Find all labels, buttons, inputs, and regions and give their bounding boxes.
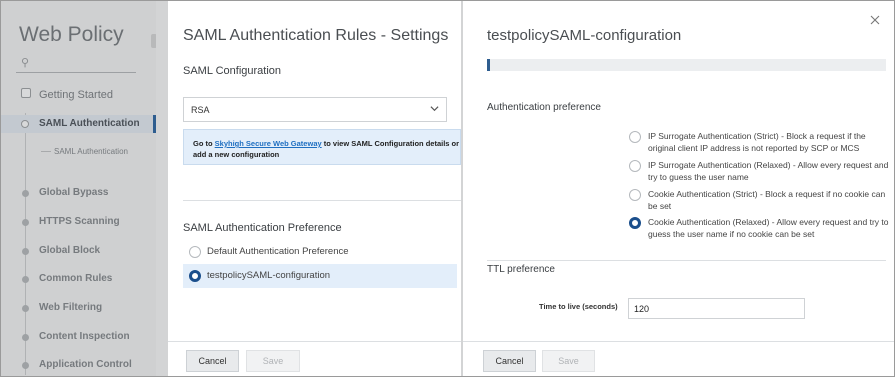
option-testpolicy-configuration[interactable]: testpolicySAML-configuration (183, 264, 457, 288)
checkbox-icon (21, 88, 31, 98)
nav-item-label: Global Bypass (39, 187, 109, 198)
option-label: Default Authentication Preference (207, 246, 349, 257)
left-navigation: Web Policy ⚲ Getting Started SAML Authen… (1, 1, 157, 376)
option-label: IP Surrogate Authentication (Strict) - B… (648, 131, 866, 153)
select-value: RSA (191, 105, 210, 115)
option-label: IP Surrogate Authentication (Relaxed) - … (648, 160, 889, 182)
panel-footer: Cancel Save (463, 341, 894, 376)
settings-panel: SAML Authentication Rules - Settings SAM… (168, 1, 461, 376)
nav-item-label: Application Control (39, 359, 132, 370)
nav-item-https-scanning[interactable]: HTTPS Scanning (1, 213, 156, 231)
close-icon[interactable] (870, 15, 880, 25)
sub-item-connector (41, 151, 51, 152)
info-text-prefix: Go to (193, 139, 215, 148)
nav-item-label: SAML Authentication (39, 118, 140, 129)
authentication-preference-heading: Authentication preference (487, 102, 601, 113)
option-default-preference[interactable]: Default Authentication Preference (183, 240, 457, 264)
panel-title: SAML Authentication Rules - Settings (183, 27, 449, 44)
configuration-title: testpolicySAML-configuration (487, 27, 682, 44)
cancel-button[interactable]: Cancel (186, 350, 239, 372)
section-divider (487, 260, 886, 261)
nav-item-common-rules[interactable]: Common Rules (1, 270, 156, 288)
nav-item-application-control[interactable]: Application Control (1, 356, 156, 374)
nav-search-input[interactable]: ⚲ (16, 55, 136, 73)
app-window: Web Policy ⚲ Getting Started SAML Authen… (0, 0, 895, 377)
cancel-button[interactable]: Cancel (483, 350, 536, 372)
configuration-panel: testpolicySAML-configuration Authenticat… (463, 1, 894, 376)
nav-item-label: Global Block (39, 245, 101, 256)
search-icon: ⚲ (21, 57, 30, 69)
nav-item-label: Content Inspection (39, 331, 130, 342)
chevron-down-icon (430, 106, 439, 112)
step-dot-icon (22, 334, 29, 341)
radio-button[interactable] (629, 189, 641, 201)
option-label: Cookie Authentication (Relaxed) - Allow … (648, 217, 889, 239)
saml-configuration-select[interactable]: RSA (183, 97, 447, 122)
nav-item-global-block[interactable]: Global Block (1, 242, 156, 260)
step-dot-icon (22, 248, 29, 255)
nav-title: Web Policy (19, 23, 124, 46)
saml-preference-heading: SAML Authentication Preference (183, 222, 342, 234)
nav-item-getting-started[interactable]: Getting Started (1, 86, 156, 104)
step-ring-icon (21, 120, 29, 128)
ttl-input[interactable]: 120 (628, 298, 805, 319)
nav-subitem-saml-authentication[interactable]: SAML Authentication (54, 147, 128, 156)
option-label: Cookie Authentication (Strict) - Block a… (648, 189, 886, 211)
step-dot-icon (22, 362, 29, 369)
step-dot-icon (22, 219, 29, 226)
radio-button-selected[interactable] (189, 270, 201, 282)
option-label: testpolicySAML-configuration (207, 270, 331, 281)
step-dot-icon (22, 190, 29, 197)
progress-fill (487, 59, 491, 71)
radio-button-selected[interactable] (629, 217, 641, 229)
progress-bar (487, 59, 886, 71)
nav-item-global-bypass[interactable]: Global Bypass (1, 184, 156, 202)
panel-footer: Cancel Save (168, 341, 461, 376)
section-divider (183, 200, 461, 201)
radio-button[interactable] (189, 246, 201, 258)
nav-item-content-inspection[interactable]: Content Inspection (1, 328, 156, 346)
step-dot-icon (22, 305, 29, 312)
nav-item-label: Common Rules (39, 273, 113, 284)
radio-button[interactable] (629, 160, 641, 172)
nav-item-web-filtering[interactable]: Web Filtering (1, 299, 156, 317)
ttl-label: Time to live (seconds) (539, 302, 618, 311)
save-button[interactable]: Save (542, 350, 595, 372)
radio-button[interactable] (629, 131, 641, 143)
nav-item-label: Web Filtering (39, 302, 103, 313)
saml-configuration-heading: SAML Configuration (183, 65, 282, 77)
ttl-preference-heading: TTL preference (487, 264, 555, 275)
nav-item-saml-authentication[interactable]: SAML Authentication (1, 115, 156, 133)
step-dot-icon (22, 276, 29, 283)
panel-divider (156, 1, 168, 376)
nav-item-label: Getting Started (39, 89, 113, 101)
save-button[interactable]: Save (246, 350, 300, 372)
skyhigh-gateway-link[interactable]: Skyhigh Secure Web Gateway (215, 139, 322, 148)
nav-item-label: HTTPS Scanning (39, 216, 120, 227)
info-banner: Go to Skyhigh Secure Web Gateway to view… (183, 129, 461, 165)
